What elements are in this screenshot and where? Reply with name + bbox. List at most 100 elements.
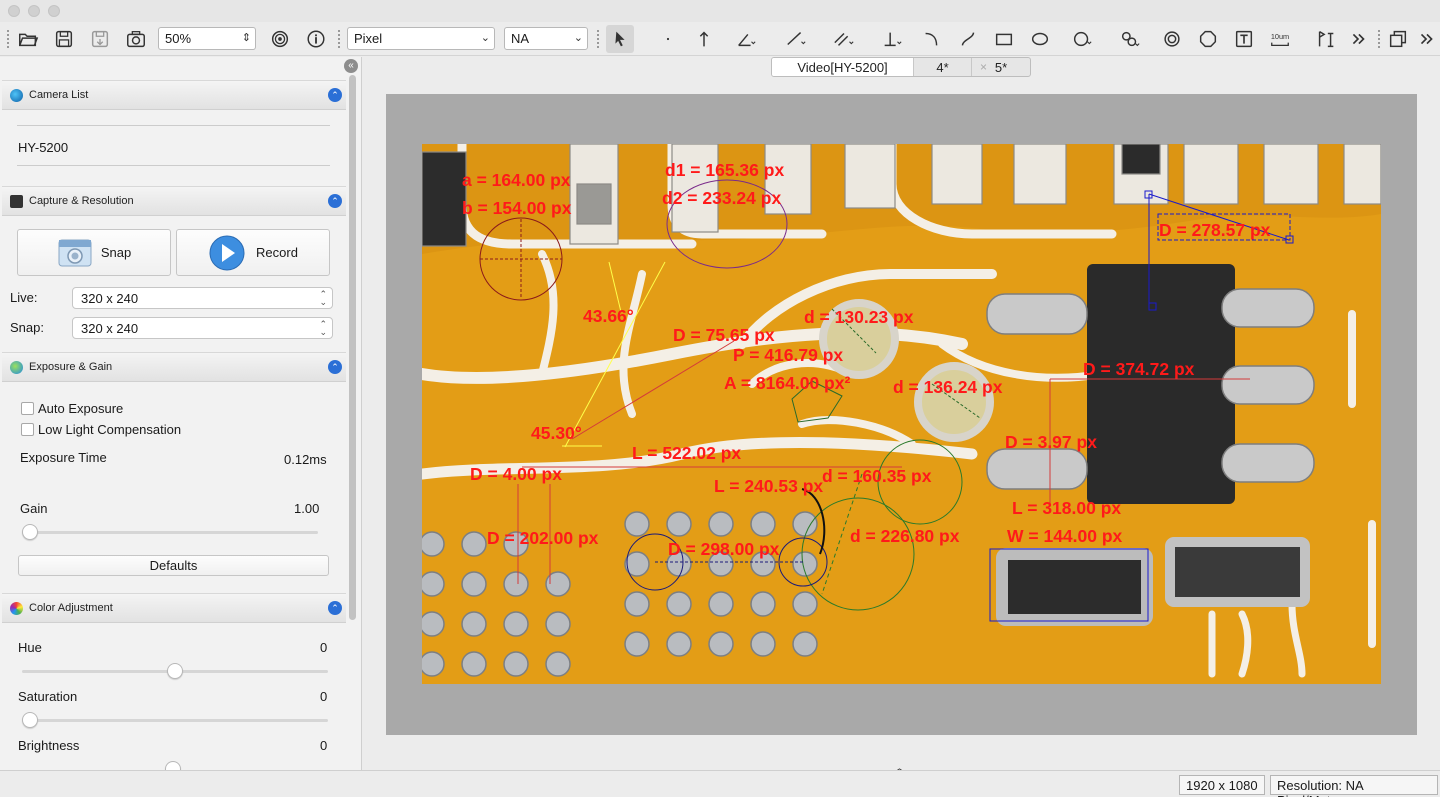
snapshot-icon[interactable] bbox=[122, 25, 150, 53]
color-adjustment-header[interactable]: Color Adjustment ⌃ bbox=[2, 593, 346, 623]
measure-label[interactable]: b = 154.00 px bbox=[462, 198, 572, 218]
measure-label[interactable]: D = 298.00 px bbox=[668, 539, 780, 559]
camera-list-item[interactable]: HY-5200 bbox=[18, 140, 68, 155]
text-icon[interactable] bbox=[1230, 25, 1258, 53]
measure-label[interactable]: d = 136.24 px bbox=[893, 377, 1003, 397]
low-light-checkbox[interactable] bbox=[21, 423, 34, 436]
ellipse-icon[interactable] bbox=[1026, 25, 1054, 53]
brightness-slider-knob[interactable] bbox=[165, 761, 181, 770]
window-icon[interactable] bbox=[1384, 25, 1412, 53]
gain-slider-knob[interactable] bbox=[22, 524, 38, 540]
measure-label[interactable]: D = 3.97 px bbox=[1005, 432, 1097, 452]
line-icon[interactable] bbox=[782, 25, 810, 53]
snap-camera-icon bbox=[58, 239, 92, 266]
exposure-header[interactable]: Exposure & Gain ⌃ bbox=[2, 352, 346, 382]
open-icon[interactable] bbox=[14, 25, 42, 53]
measure-label[interactable]: d = 160.35 px bbox=[822, 466, 932, 486]
target-icon[interactable] bbox=[266, 25, 294, 53]
exposure-time-label: Exposure Time bbox=[20, 450, 107, 465]
collapse-section-icon[interactable]: ⌃ bbox=[328, 194, 342, 208]
hue-slider-knob[interactable] bbox=[167, 663, 183, 679]
curve-icon[interactable] bbox=[954, 25, 982, 53]
measure-label[interactable]: A = 8164.00 px² bbox=[724, 373, 850, 393]
tab-video[interactable]: Video[HY-5200] bbox=[772, 58, 914, 76]
record-button[interactable]: Record bbox=[176, 229, 330, 276]
measure-label[interactable]: D = 278.57 px bbox=[1159, 220, 1271, 240]
perpendicular-icon[interactable] bbox=[878, 25, 906, 53]
more-right-icon[interactable] bbox=[1416, 25, 1438, 53]
measure-label[interactable]: D = 374.72 px bbox=[1083, 359, 1195, 379]
concentric-circle-icon[interactable] bbox=[1158, 25, 1186, 53]
measure-label[interactable]: d = 226.80 px bbox=[850, 526, 960, 546]
measure-label[interactable]: a = 164.00 px bbox=[462, 170, 571, 190]
measure-label[interactable]: d = 130.23 px bbox=[804, 307, 914, 327]
live-resolution-select[interactable]: 320 x 240 ⌃ ⌄ bbox=[72, 287, 333, 309]
toolbar-grip[interactable] bbox=[1378, 30, 1381, 48]
pcb-image[interactable]: a = 164.00 px b = 154.00 px d1 = 165.36 … bbox=[422, 144, 1381, 684]
measure-label[interactable]: W = 144.00 px bbox=[1007, 526, 1123, 546]
measure-label[interactable]: L = 522.02 px bbox=[632, 443, 741, 463]
minimize-window-button[interactable] bbox=[28, 5, 40, 17]
save-icon[interactable] bbox=[50, 25, 78, 53]
scrollbar-thumb[interactable] bbox=[349, 75, 356, 620]
collapse-section-icon[interactable]: ⌃ bbox=[328, 360, 342, 374]
close-window-button[interactable] bbox=[8, 5, 20, 17]
stepper-icon: ⌃ ⌄ bbox=[319, 319, 327, 337]
select-arrow-icon[interactable] bbox=[606, 25, 634, 53]
measure-label[interactable]: L = 240.53 px bbox=[714, 476, 823, 496]
collapse-section-icon[interactable]: ⌃ bbox=[328, 88, 342, 102]
tab-5[interactable]: × 5* bbox=[972, 58, 1030, 76]
status-bar: 1920 x 1080 Resolution: NA Pixel/Meter bbox=[0, 770, 1440, 797]
calibrate-icon[interactable] bbox=[1312, 25, 1340, 53]
measure-label[interactable]: D = 4.00 px bbox=[470, 464, 562, 484]
info-icon[interactable] bbox=[302, 25, 330, 53]
point-icon[interactable] bbox=[654, 25, 682, 53]
snap-resolution-label: Snap: bbox=[10, 320, 44, 335]
document-tabs: Video[HY-5200] 4* × 5* bbox=[771, 57, 1031, 77]
unit-value: Pixel bbox=[354, 31, 383, 46]
circle-icon[interactable] bbox=[1068, 25, 1096, 53]
tab-4[interactable]: 4* bbox=[914, 58, 972, 76]
parallel-line-icon[interactable] bbox=[830, 25, 858, 53]
collapse-section-icon[interactable]: ⌃ bbox=[328, 601, 342, 615]
chevron-down-icon: ⌄ bbox=[573, 32, 583, 44]
measure-label[interactable]: 45.30° bbox=[531, 423, 582, 443]
polygon-icon[interactable] bbox=[1194, 25, 1222, 53]
tab-5-label: 5* bbox=[994, 59, 1008, 75]
toolbar-grip[interactable] bbox=[7, 30, 10, 48]
scale-bar-icon[interactable]: 10um bbox=[1266, 25, 1294, 53]
tab-close-icon[interactable]: × bbox=[980, 60, 987, 74]
snap-resolution-select[interactable]: 320 x 240 ⌃ ⌄ bbox=[72, 317, 333, 339]
snap-button[interactable]: Snap bbox=[17, 229, 171, 276]
zoom-window-button[interactable] bbox=[48, 5, 60, 17]
measure-label[interactable]: P = 416.79 px bbox=[733, 345, 843, 365]
arc-icon[interactable] bbox=[918, 25, 946, 53]
gain-slider-track[interactable] bbox=[22, 531, 318, 534]
camera-list-header[interactable]: Camera List ⌃ bbox=[2, 80, 346, 110]
more-icon[interactable] bbox=[1344, 25, 1372, 53]
capture-header[interactable]: Capture & Resolution ⌃ bbox=[2, 186, 346, 216]
rectangle-icon[interactable] bbox=[990, 25, 1018, 53]
magnification-select[interactable]: NA ⌄ bbox=[504, 27, 588, 50]
measure-label[interactable]: D = 75.65 px bbox=[673, 325, 775, 345]
measure-label[interactable]: 43.66° bbox=[583, 306, 634, 326]
saturation-slider-knob[interactable] bbox=[22, 712, 38, 728]
save-as-icon[interactable] bbox=[86, 25, 114, 53]
toolbar-grip[interactable] bbox=[597, 30, 600, 48]
zoom-select[interactable]: 50% ⇕ bbox=[158, 27, 256, 50]
measure-label[interactable]: L = 318.00 px bbox=[1012, 498, 1121, 518]
unit-select[interactable]: Pixel ⌄ bbox=[347, 27, 495, 50]
two-circle-icon[interactable] bbox=[1116, 25, 1144, 53]
saturation-slider-track[interactable] bbox=[22, 719, 328, 722]
app-window: 50% ⇕ Pixel ⌄ NA ⌄ 10um « Camera List ⌃ HY-… bbox=[0, 0, 1440, 797]
defaults-button[interactable]: Defaults bbox=[18, 555, 329, 576]
toolbar-grip[interactable] bbox=[338, 30, 341, 48]
auto-exposure-checkbox[interactable] bbox=[21, 402, 34, 415]
arrow-line-icon[interactable] bbox=[690, 25, 718, 53]
measure-label[interactable]: d2 = 233.24 px bbox=[662, 188, 781, 208]
defaults-label: Defaults bbox=[149, 558, 198, 573]
measure-label[interactable]: D = 202.00 px bbox=[487, 528, 599, 548]
measure-label[interactable]: d1 = 165.36 px bbox=[665, 160, 784, 180]
panel-scrollbar[interactable] bbox=[348, 71, 358, 770]
angle-icon[interactable] bbox=[732, 25, 760, 53]
